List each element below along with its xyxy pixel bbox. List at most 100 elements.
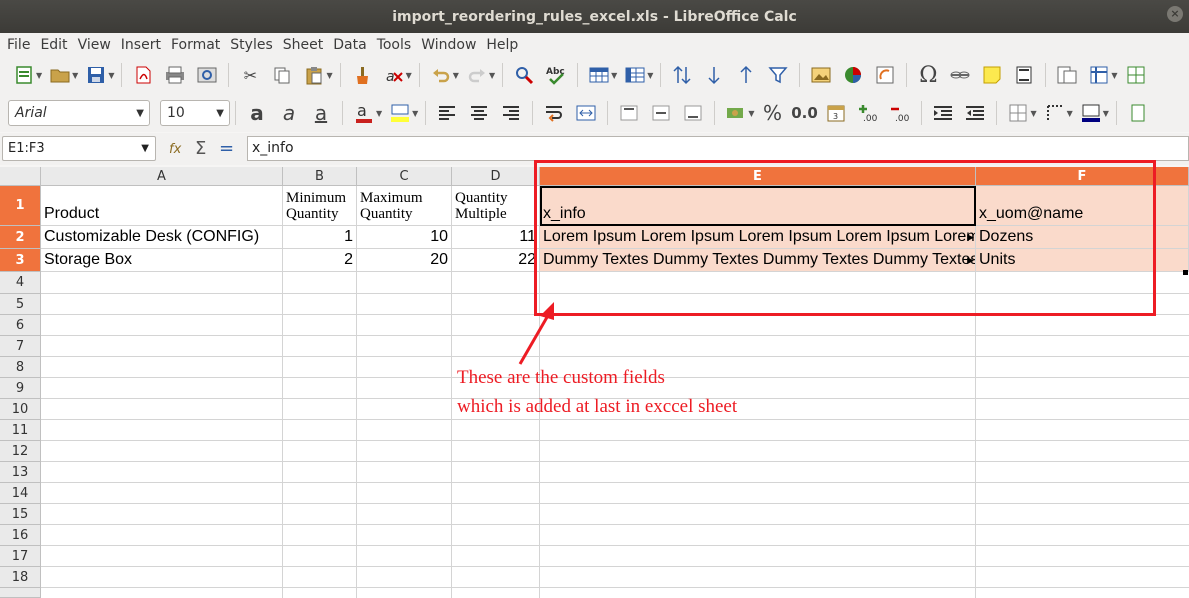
row-header-1[interactable]: 1 bbox=[0, 186, 41, 226]
row-header-19[interactable] bbox=[0, 588, 41, 598]
center-vertically-icon[interactable] bbox=[648, 100, 674, 126]
print-preview-icon[interactable] bbox=[194, 62, 220, 88]
clear-formatting-icon[interactable]: a bbox=[381, 62, 407, 88]
chevron-down-icon[interactable]: ▼ bbox=[453, 71, 459, 80]
column-header-a[interactable]: A bbox=[41, 167, 283, 186]
sum-icon[interactable]: Σ bbox=[195, 138, 206, 159]
close-icon[interactable]: × bbox=[1167, 6, 1183, 22]
row-header-14[interactable]: 14 bbox=[0, 483, 41, 504]
hyperlink-icon[interactable] bbox=[947, 62, 973, 88]
row-header-18[interactable]: 18 bbox=[0, 567, 41, 588]
menu-format[interactable]: Format bbox=[166, 37, 225, 53]
menu-edit[interactable]: Edit bbox=[35, 37, 72, 53]
comment-icon[interactable] bbox=[979, 62, 1005, 88]
font-size-box[interactable]: 10 ▼ bbox=[160, 100, 230, 126]
open-folder-icon[interactable] bbox=[47, 62, 73, 88]
split-window-icon[interactable] bbox=[1123, 62, 1149, 88]
percent-format-icon[interactable]: % bbox=[759, 100, 785, 126]
pivot-table-icon[interactable] bbox=[872, 62, 898, 88]
save-icon[interactable] bbox=[83, 62, 109, 88]
row-header-8[interactable]: 8 bbox=[0, 357, 41, 378]
formula-icon[interactable]: = bbox=[219, 138, 234, 159]
name-box[interactable]: E1:F3 ▼ bbox=[2, 136, 156, 161]
row-header-3[interactable]: 3 bbox=[0, 249, 41, 272]
print-icon[interactable] bbox=[162, 62, 188, 88]
copy-icon[interactable] bbox=[269, 62, 295, 88]
chevron-down-icon[interactable]: ▼ bbox=[136, 108, 144, 119]
chevron-down-icon[interactable]: ▼ bbox=[611, 71, 617, 80]
chevron-down-icon[interactable]: ▼ bbox=[36, 71, 42, 80]
paste-icon[interactable] bbox=[301, 62, 327, 88]
bold-icon[interactable]: a bbox=[244, 100, 270, 126]
background-color-icon[interactable] bbox=[387, 100, 413, 126]
conditional-format-icon[interactable] bbox=[1125, 100, 1151, 126]
cell-d3[interactable]: 22 bbox=[452, 249, 540, 272]
row-header-17[interactable]: 17 bbox=[0, 546, 41, 567]
chevron-down-icon[interactable]: ▼ bbox=[1067, 109, 1073, 118]
row-header-4[interactable]: 4 bbox=[0, 272, 41, 294]
delete-decimal-icon[interactable]: .00 bbox=[887, 100, 913, 126]
increase-indent-icon[interactable] bbox=[930, 100, 956, 126]
autofilter-icon[interactable] bbox=[765, 62, 791, 88]
sort-ascending-icon[interactable] bbox=[701, 62, 727, 88]
cell-b1[interactable]: Minimum Quantity bbox=[283, 186, 357, 226]
border-style-icon[interactable] bbox=[1042, 100, 1068, 126]
menu-sheet[interactable]: Sheet bbox=[278, 37, 328, 53]
date-format-icon[interactable]: 3 bbox=[823, 100, 849, 126]
menu-view[interactable]: View bbox=[73, 37, 116, 53]
select-all-corner[interactable] bbox=[0, 167, 41, 186]
headers-footers-icon[interactable] bbox=[1011, 62, 1037, 88]
cell-a3[interactable]: Storage Box bbox=[41, 249, 283, 272]
chevron-down-icon[interactable]: ▼ bbox=[141, 137, 149, 160]
row-icon[interactable] bbox=[586, 62, 612, 88]
find-replace-icon[interactable] bbox=[511, 62, 537, 88]
chevron-down-icon[interactable]: ▼ bbox=[748, 109, 754, 118]
chevron-down-icon[interactable]: ▼ bbox=[1111, 71, 1117, 80]
decrease-indent-icon[interactable] bbox=[962, 100, 988, 126]
menu-help[interactable]: Help bbox=[481, 37, 523, 53]
border-color-icon[interactable] bbox=[1078, 100, 1104, 126]
formula-input[interactable]: x_info bbox=[247, 136, 1189, 161]
row-header-7[interactable]: 7 bbox=[0, 336, 41, 357]
chevron-down-icon[interactable]: ▼ bbox=[1103, 109, 1109, 118]
clone-formatting-icon[interactable] bbox=[349, 62, 375, 88]
row-header-9[interactable]: 9 bbox=[0, 378, 41, 399]
row-header-5[interactable]: 5 bbox=[0, 294, 41, 315]
cell-b3[interactable]: 2 bbox=[283, 249, 357, 272]
cut-icon[interactable]: ✂ bbox=[237, 62, 263, 88]
align-top-icon[interactable] bbox=[616, 100, 642, 126]
function-wizard-icon[interactable]: fx bbox=[168, 138, 188, 162]
chevron-down-icon[interactable]: ▼ bbox=[489, 71, 495, 80]
spelling-icon[interactable]: Abc bbox=[543, 62, 569, 88]
column-icon[interactable] bbox=[622, 62, 648, 88]
menu-tools[interactable]: Tools bbox=[372, 37, 417, 53]
cell-b2[interactable]: 1 bbox=[283, 226, 357, 249]
font-name-box[interactable]: Arial ▼ bbox=[8, 100, 150, 126]
cell-a2[interactable]: Customizable Desk (CONFIG) bbox=[41, 226, 283, 249]
chevron-down-icon[interactable]: ▼ bbox=[326, 71, 332, 80]
menu-window[interactable]: Window bbox=[416, 37, 481, 53]
redo-icon[interactable] bbox=[464, 62, 490, 88]
underline-icon[interactable]: a bbox=[308, 100, 334, 126]
row-header-6[interactable]: 6 bbox=[0, 315, 41, 336]
chevron-down-icon[interactable]: ▼ bbox=[72, 71, 78, 80]
column-header-b[interactable]: B bbox=[283, 167, 357, 186]
define-print-area-icon[interactable] bbox=[1054, 62, 1080, 88]
number-format-icon[interactable]: 0.0 bbox=[791, 100, 818, 126]
chevron-down-icon[interactable]: ▼ bbox=[412, 109, 418, 118]
menu-file[interactable]: File bbox=[2, 37, 35, 53]
cell-d1[interactable]: Quantity Multiple bbox=[452, 186, 540, 226]
row-header-12[interactable]: 12 bbox=[0, 441, 41, 462]
align-bottom-icon[interactable] bbox=[680, 100, 706, 126]
cell-c1[interactable]: Maximum Quantity bbox=[357, 186, 452, 226]
merge-center-icon[interactable] bbox=[573, 100, 599, 126]
italic-icon[interactable]: a bbox=[276, 100, 302, 126]
cell-c3[interactable]: 20 bbox=[357, 249, 452, 272]
fill-handle[interactable] bbox=[1183, 270, 1188, 275]
insert-image-icon[interactable] bbox=[808, 62, 834, 88]
menu-data[interactable]: Data bbox=[328, 37, 371, 53]
chevron-down-icon[interactable]: ▼ bbox=[406, 71, 412, 80]
row-header-15[interactable]: 15 bbox=[0, 504, 41, 525]
align-right-icon[interactable] bbox=[498, 100, 524, 126]
align-center-icon[interactable] bbox=[466, 100, 492, 126]
